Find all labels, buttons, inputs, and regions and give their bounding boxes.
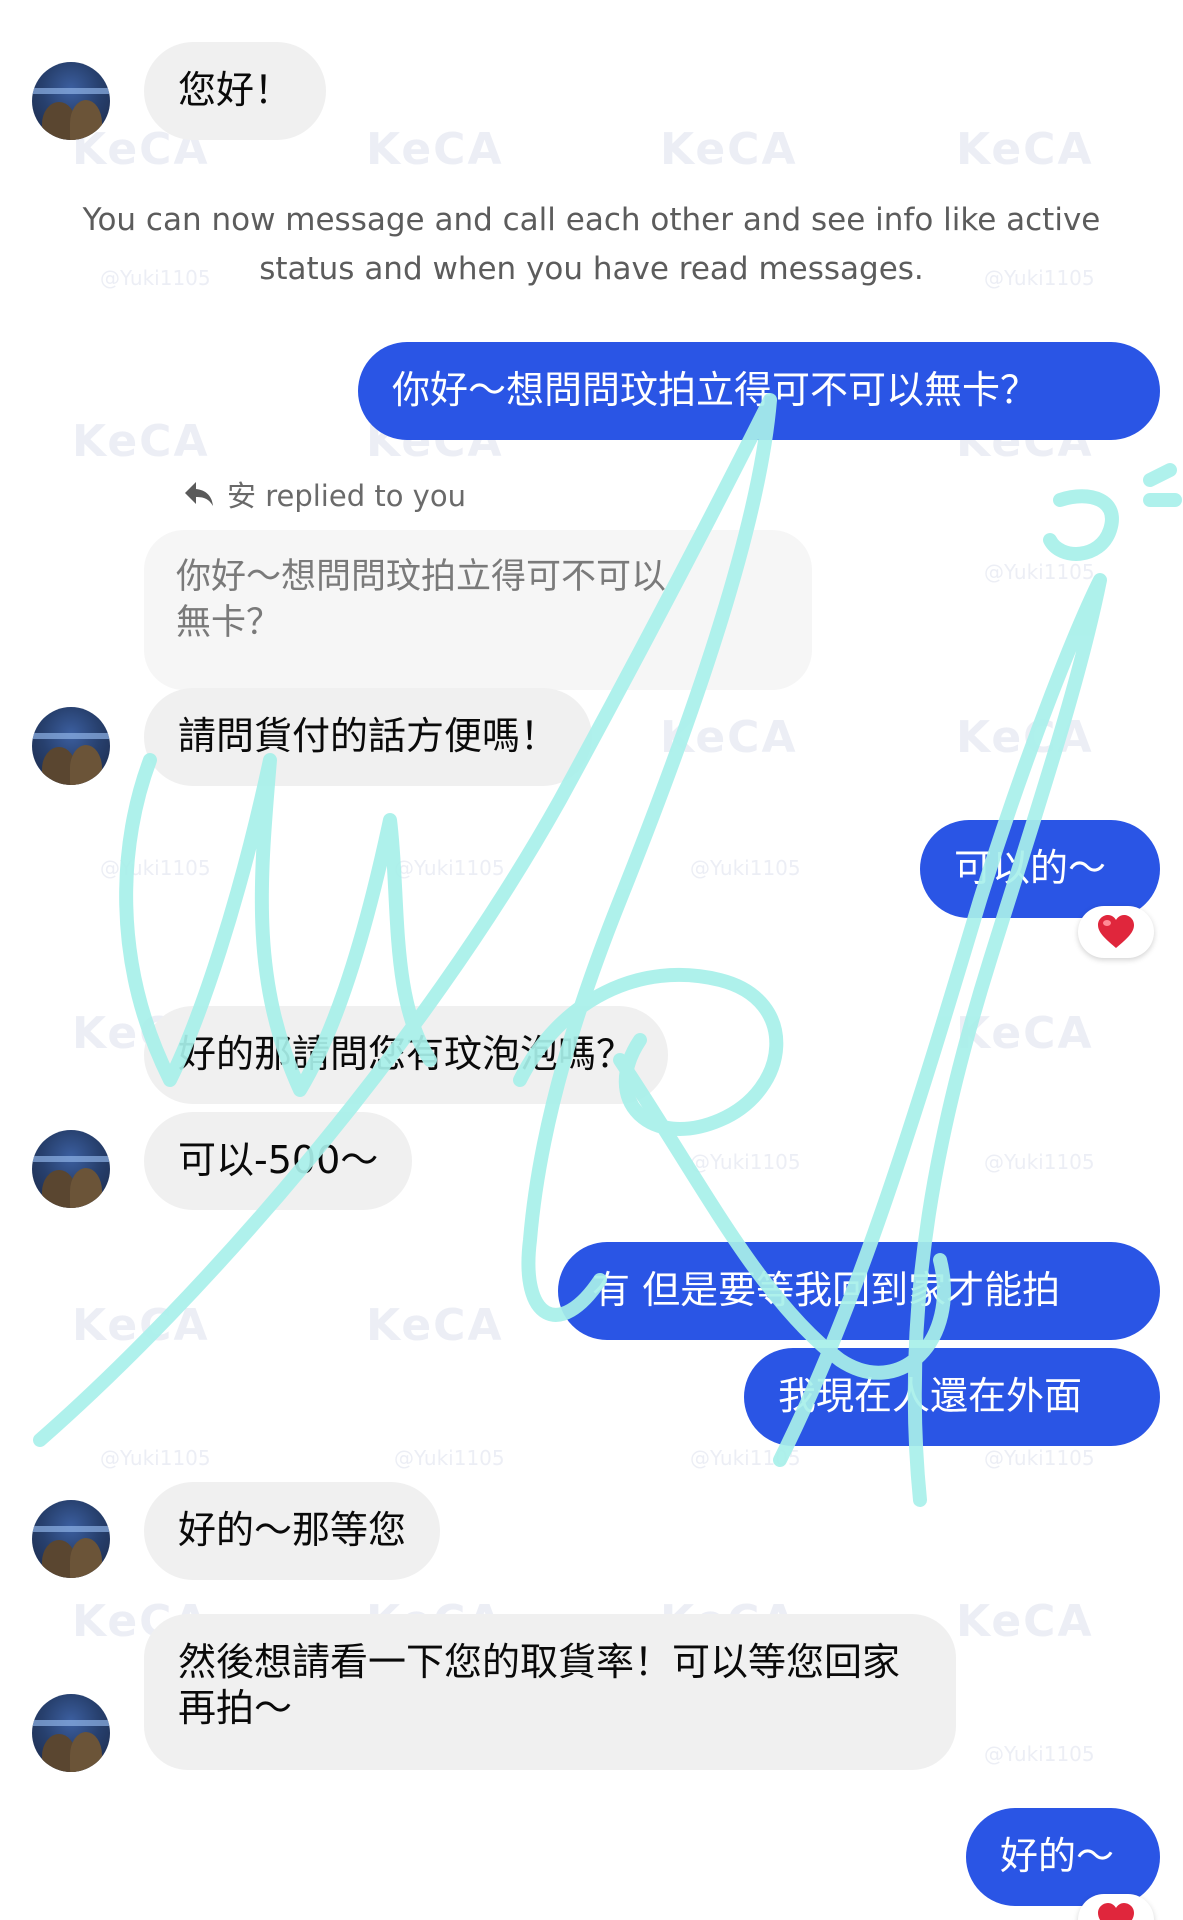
watermark-handle: @Yuki1105 [100,856,211,880]
watermark-handle: @Yuki1105 [984,1742,1095,1766]
avatar[interactable] [32,1500,110,1578]
watermark-logo: KeCA [72,416,210,467]
avatar[interactable] [32,1694,110,1772]
watermark-handle: @Yuki1105 [984,1446,1095,1470]
outgoing-message[interactable]: 好的～ [966,1808,1160,1906]
quoted-line: 無卡？ [176,603,282,643]
incoming-message[interactable]: 您好！ [144,42,327,140]
watermark-handle: @Yuki1105 [394,856,505,880]
reaction-badge[interactable] [1078,906,1154,958]
outgoing-message[interactable]: 有 但是要等我回到家才能拍 [558,1242,1160,1340]
heart-icon [1098,915,1134,948]
reply-header-label: 安 replied to you [227,479,466,513]
incoming-message[interactable]: 然後想請看一下您的取貨率！可以等您回家再拍～ [144,1614,956,1770]
watermark-logo: KeCA [366,1300,504,1351]
heart-icon [1098,1903,1134,1920]
watermark-handle: @Yuki1105 [690,856,801,880]
watermark-logo: KeCA [72,1300,210,1351]
incoming-message[interactable]: 請問貨付的話方便嗎！ [144,688,593,786]
incoming-message[interactable]: 好的～那等您 [144,1482,441,1580]
incoming-message[interactable]: 可以-500～ [144,1112,413,1210]
watermark-logo: KeCA [660,124,798,175]
watermark-logo: KeCA [956,124,1094,175]
quoted-line: 你好～想問問玟拍立得可不可以 [176,557,667,597]
reply-header: 安 replied to you [183,472,466,516]
avatar[interactable] [32,1130,110,1208]
outgoing-message[interactable]: 可以的～ [920,820,1160,918]
avatar[interactable] [32,62,110,140]
watermark-handle: @Yuki1105 [690,1446,801,1470]
watermark-logo: KeCA [956,712,1094,763]
incoming-message[interactable]: 好的那請問您有玟泡泡嗎？ [144,1006,669,1104]
outgoing-message[interactable]: 你好～想問問玟拍立得可不可以無卡？ [358,342,1160,440]
watermark-logo: KeCA [366,124,504,175]
watermark-handle: @Yuki1105 [394,1446,505,1470]
quoted-message[interactable]: 你好～想問問玟拍立得可不可以 無卡？ [144,530,812,690]
watermark-logo: KeCA [956,1008,1094,1059]
chat-screen: KeCA KeCA KeCA KeCA KeCA KeCA KeCA KeCA … [0,0,1183,1920]
watermark-handle: @Yuki1105 [984,1150,1095,1174]
reply-arrow-icon [185,482,213,506]
outgoing-message[interactable]: 我現在人還在外面 [744,1348,1160,1446]
watermark-handle: @Yuki1105 [984,560,1095,584]
avatar[interactable] [32,707,110,785]
watermark-handle: @Yuki1105 [690,1150,801,1174]
watermark-handle: @Yuki1105 [100,1446,211,1470]
reaction-badge[interactable] [1078,1894,1154,1920]
system-note: You can now message and call each other … [82,202,1101,287]
watermark-logo: KeCA [956,1596,1094,1647]
watermark-logo: KeCA [660,712,798,763]
